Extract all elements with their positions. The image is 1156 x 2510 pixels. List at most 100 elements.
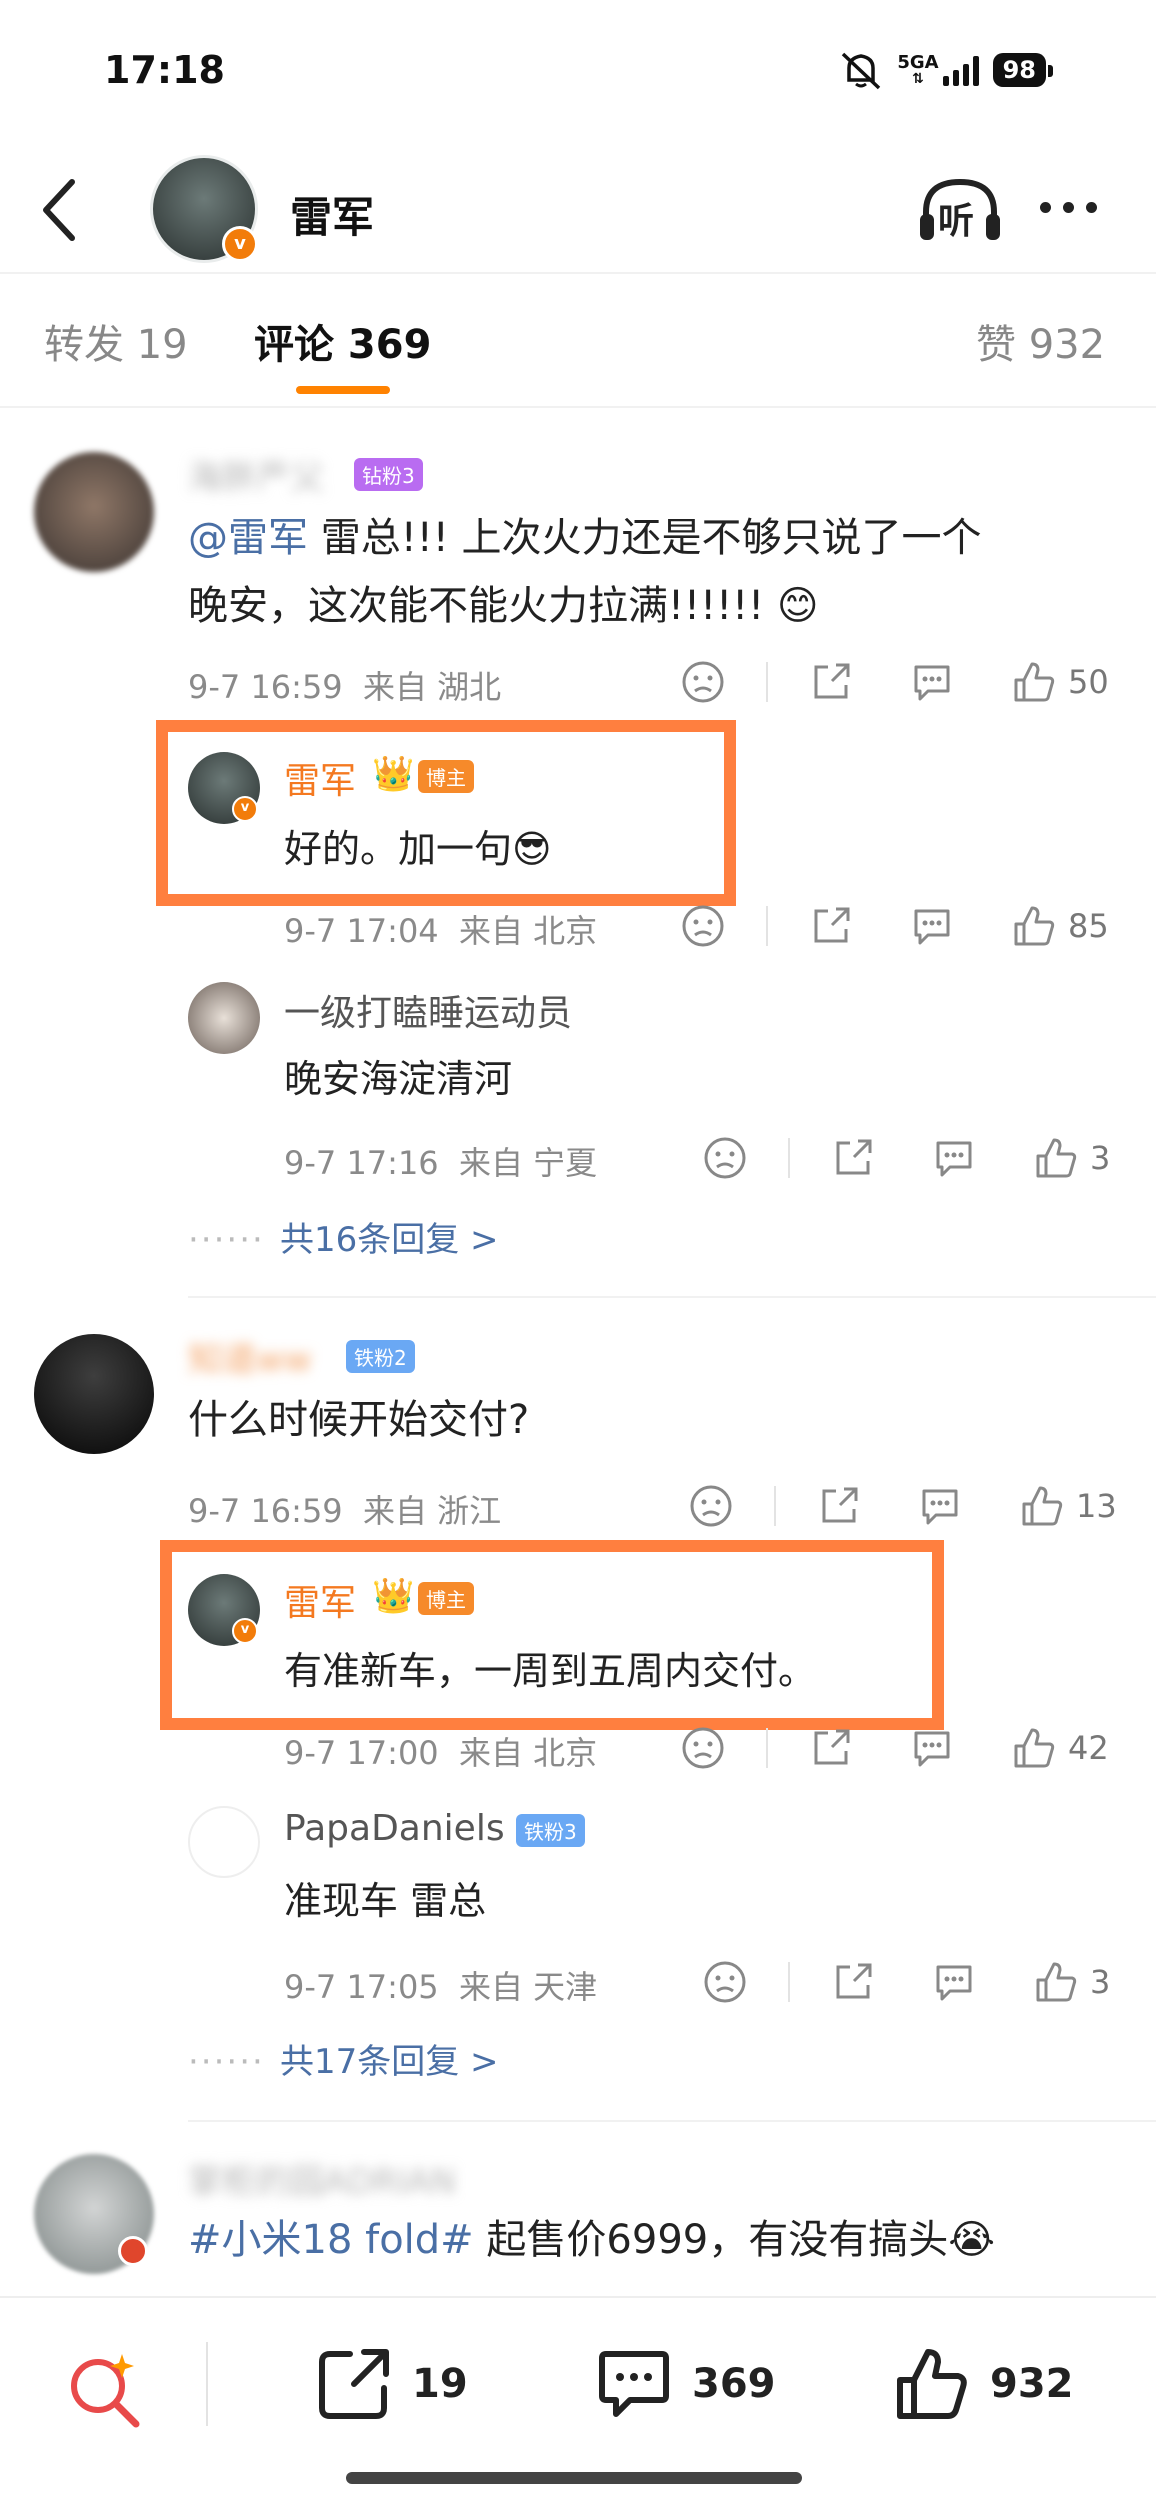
comment-avatar[interactable]: [34, 1334, 154, 1454]
dots-icon: ······: [188, 2042, 265, 2082]
comment-text-body: 起售价6999，有没有搞头😭: [473, 2217, 995, 2263]
reply-icon[interactable]: [910, 1727, 954, 1769]
bottom-separator: [206, 2342, 208, 2426]
reply-actions: 3: [702, 1130, 1120, 1186]
tab-reposts[interactable]: 转发 19: [44, 312, 188, 370]
share-icon[interactable]: [810, 661, 852, 703]
reply-location: 来自 宁夏: [459, 1144, 598, 1182]
status-icons: 5GA ⇅ 98: [839, 50, 1054, 90]
action-separator: [766, 906, 768, 946]
like-count: 13: [1076, 1487, 1117, 1525]
avatar-badge-icon: [118, 2236, 148, 2266]
comment-text: 什么时候开始交付?: [188, 1397, 530, 1443]
action-separator: [774, 1486, 776, 1526]
active-tab-indicator: [296, 386, 390, 394]
like-button[interactable]: 85: [1012, 904, 1109, 948]
reply-username[interactable]: 一级打瞌睡运动员: [284, 984, 572, 1036]
reply-actions: 3: [702, 1954, 1120, 2010]
reply-icon[interactable]: [932, 1137, 976, 1179]
back-arrow-icon[interactable]: [40, 178, 80, 242]
reply-avatar[interactable]: [188, 982, 260, 1054]
comment-text-line1: 雷总!!! 上次火力还是不够只说了一个: [308, 515, 982, 561]
reply-icon[interactable]: [910, 661, 954, 703]
thumbs-up-icon: [1036, 1138, 1077, 1178]
dislike-icon[interactable]: [702, 1960, 748, 2004]
share-icon[interactable]: [818, 1485, 860, 1527]
battery-indicator: 98: [992, 53, 1054, 87]
reply-time: 9-7 17:00: [284, 1734, 439, 1772]
reply-meta: 9-7 17:04 来自 北京: [284, 906, 597, 952]
dislike-icon[interactable]: [680, 904, 726, 948]
verified-badge-icon: v: [232, 796, 258, 822]
reply-location: 来自 北京: [459, 1734, 598, 1772]
blogger-badge: 博主: [418, 760, 474, 793]
action-separator: [788, 1138, 790, 1178]
reply-text: 好的。加一句😎: [284, 827, 552, 871]
mention-link[interactable]: @雷军: [188, 515, 308, 561]
reply-username[interactable]: PapaDaniels: [284, 1808, 505, 1849]
share-icon[interactable]: [832, 1961, 874, 2003]
like-button[interactable]: 42: [1012, 1726, 1109, 1770]
more-replies-link[interactable]: ······ 共16条回复 >: [188, 1212, 499, 1261]
header-divider: [0, 272, 1156, 274]
comment-meta: 9-7 16:59 来自 湖北: [188, 662, 501, 708]
comment-actions: 13: [688, 1478, 1120, 1534]
tab-comments[interactable]: 评论 369: [254, 312, 431, 370]
like-button[interactable]: 13: [1020, 1484, 1117, 1528]
search-button[interactable]: [64, 2350, 148, 2438]
like-count: 42: [1068, 1729, 1109, 1767]
network-type: 5GA: [897, 52, 939, 73]
more-replies-label: 共16条回复 >: [279, 1220, 499, 1260]
comment-divider: [188, 1296, 1156, 1298]
comment-username[interactable]: 海胖严父: [188, 450, 324, 499]
like-count: 3: [1090, 1139, 1111, 1177]
tab-likes[interactable]: 赞 932: [976, 312, 1105, 370]
reply-meta: 9-7 17:00 来自 北京: [284, 1728, 597, 1774]
reply-meta: 9-7 17:16 来自 宁夏: [284, 1138, 597, 1184]
comment-username[interactable]: 掌柜的园ADRIAN: [188, 2154, 456, 2203]
like-button[interactable]: 3: [1034, 1960, 1110, 2004]
like-total: 932: [990, 2361, 1074, 2407]
share-icon[interactable]: [810, 1727, 852, 1769]
listen-label: 听: [938, 201, 975, 242]
thumbs-up-icon: [1022, 1486, 1063, 1526]
comment-text: @雷军 雷总!!! 上次火力还是不够只说了一个 晚安，这次能不能火力拉满!!!!…: [188, 504, 982, 640]
dislike-icon[interactable]: [688, 1484, 734, 1528]
comment-time: 9-7 16:59: [188, 1492, 343, 1530]
signal-bars-icon: [942, 56, 979, 86]
comment-divider: [188, 2120, 1156, 2122]
fan-badge: 钻粉3: [354, 458, 423, 491]
dislike-icon[interactable]: [680, 660, 726, 704]
reply-icon[interactable]: [918, 1485, 962, 1527]
reply-icon[interactable]: [932, 1961, 976, 2003]
more-options-icon[interactable]: [1040, 202, 1097, 213]
like-button[interactable]: 50: [1012, 660, 1109, 704]
reply-avatar[interactable]: [188, 1806, 260, 1878]
more-replies-link[interactable]: ······ 共17条回复 >: [188, 2034, 499, 2083]
listen-button[interactable]: 听: [918, 174, 1002, 250]
highlight-box: [160, 1540, 944, 1730]
like-bottom-button[interactable]: 932: [894, 2346, 1074, 2422]
status-time: 17:18: [104, 48, 225, 92]
search-icon: [71, 2354, 140, 2428]
repost-button[interactable]: 19: [316, 2346, 468, 2422]
reply-icon[interactable]: [910, 905, 954, 947]
dislike-icon[interactable]: [680, 1726, 726, 1770]
hashtag-link[interactable]: #小米18 fold#: [188, 2217, 474, 2263]
signal-indicator: 5GA ⇅: [897, 52, 979, 86]
share-icon[interactable]: [810, 905, 852, 947]
reply-username[interactable]: 雷军: [284, 1574, 356, 1626]
home-indicator[interactable]: [346, 2472, 802, 2484]
reply-text: 晚安海淀清河: [284, 1057, 513, 1101]
dislike-icon[interactable]: [702, 1136, 748, 1180]
reply-username[interactable]: 雷军: [284, 752, 356, 804]
like-button[interactable]: 3: [1034, 1136, 1110, 1180]
comment-username[interactable]: 知道ww: [188, 1332, 312, 1381]
comment-avatar[interactable]: [34, 452, 154, 572]
share-icon[interactable]: [832, 1137, 874, 1179]
comment-icon: [599, 2351, 669, 2417]
thumbs-up-icon: [1036, 1962, 1077, 2002]
reply-meta: 9-7 17:05 来自 天津: [284, 1962, 597, 2008]
dots-icon: ······: [188, 1220, 265, 1260]
comment-button[interactable]: 369: [596, 2346, 776, 2422]
